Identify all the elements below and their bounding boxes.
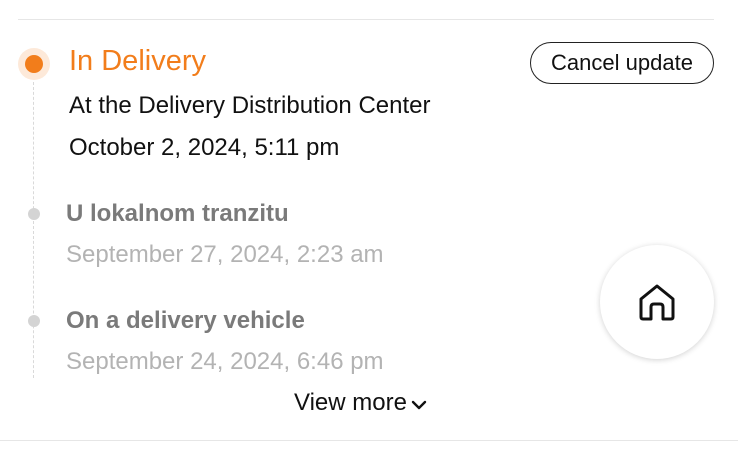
history-date: September 24, 2024, 6:46 pm (66, 348, 384, 375)
history-dot (28, 315, 40, 327)
cancel-update-button[interactable]: Cancel update (530, 42, 714, 84)
home-button[interactable] (600, 245, 714, 359)
home-icon (639, 284, 675, 321)
bottom-divider (0, 440, 738, 441)
history-dot (28, 208, 40, 220)
current-status-date: October 2, 2024, 5:11 pm (69, 134, 340, 161)
top-divider (18, 19, 714, 20)
current-status-dot (25, 55, 43, 73)
history-date: September 27, 2024, 2:23 am (66, 241, 384, 268)
view-more-label: View more (294, 389, 407, 416)
chevron-down-icon (411, 400, 427, 410)
current-status-title: In Delivery (69, 45, 206, 77)
timeline-line (33, 82, 34, 378)
history-status: U lokalnom tranzitu (66, 200, 289, 227)
current-status-location: At the Delivery Distribution Center (69, 92, 431, 119)
history-status: On a delivery vehicle (66, 307, 305, 334)
view-more-button[interactable]: View more (294, 389, 427, 417)
